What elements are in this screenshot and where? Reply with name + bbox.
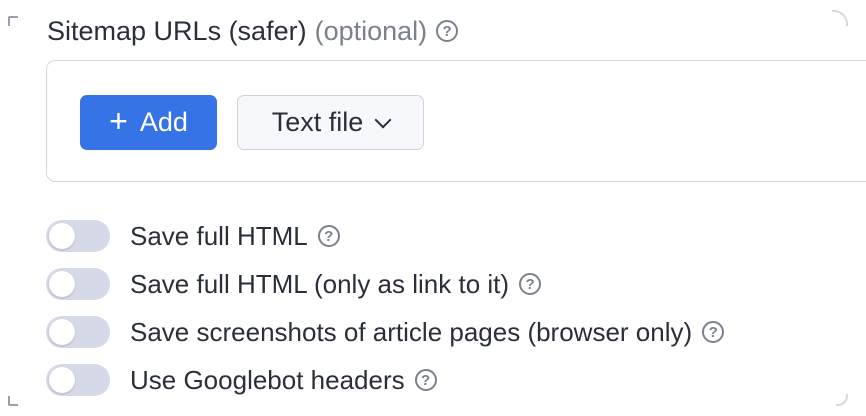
toggle-knob (49, 367, 75, 393)
option-save-screenshots: Save screenshots of article pages (brows… (46, 314, 725, 350)
toggle-knob (49, 223, 75, 249)
option-label: Save full HTML (only as link to it) (130, 268, 510, 299)
sitemap-section-header: Sitemap URLs (safer) (optional) ? (47, 12, 459, 50)
toggle-switch[interactable] (46, 364, 110, 396)
format-select-value: Text file (271, 107, 364, 137)
toggle-switch[interactable] (46, 268, 110, 300)
panel-corner (8, 16, 18, 26)
section-title: Sitemap URLs (safer) (47, 15, 307, 46)
toggle-knob (49, 319, 75, 345)
option-label: Save full HTML (130, 220, 308, 251)
option-label: Use Googlebot headers (130, 364, 405, 395)
option-save-html-link: Save full HTML (only as link to it) ? (46, 266, 542, 302)
toggle-switch[interactable] (46, 220, 110, 252)
option-googlebot-headers: Use Googlebot headers ? (46, 362, 437, 398)
toggle-switch[interactable] (46, 316, 110, 348)
toggle-knob (49, 271, 75, 297)
help-icon[interactable]: ? (414, 369, 437, 391)
panel-corner (836, 394, 848, 406)
add-button-label: Add (139, 107, 188, 137)
help-icon[interactable]: ? (702, 321, 725, 343)
help-icon[interactable]: ? (436, 20, 459, 42)
panel-corner (8, 396, 18, 406)
settings-panel: Sitemap URLs (safer) (optional) ? + Add … (0, 0, 866, 416)
format-select[interactable]: Text file (237, 95, 424, 150)
plus-icon: + (109, 103, 128, 139)
add-button[interactable]: + Add (80, 95, 217, 150)
optional-label: (optional) (314, 15, 428, 46)
panel-corner (832, 10, 848, 26)
help-icon[interactable]: ? (317, 225, 340, 247)
option-label: Save screenshots of article pages (brows… (130, 316, 693, 347)
help-icon[interactable]: ? (519, 273, 542, 295)
option-save-full-html: Save full HTML ? (46, 218, 340, 254)
chevron-down-icon (374, 111, 392, 128)
